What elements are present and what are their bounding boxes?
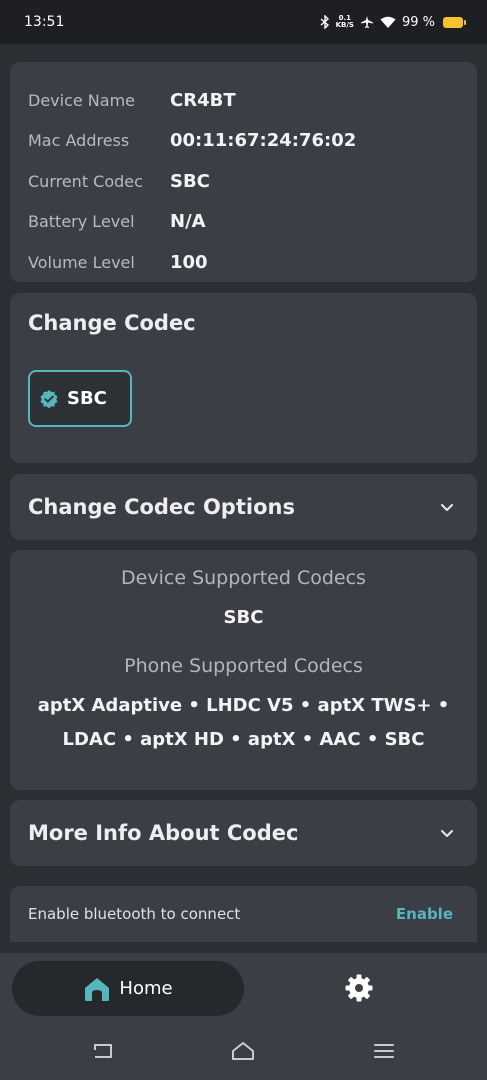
info-label: Battery Level [28,212,135,232]
device-supported-codecs: SBC [223,607,264,628]
bluetooth-message: Enable bluetooth to connect [28,905,241,923]
device-info-card: Device Name CR4BT Mac Address 00:11:67:2… [10,62,477,282]
info-label: Device Name [28,90,136,110]
info-label: Volume Level [28,252,135,272]
info-value: CR4BT [170,89,236,111]
change-codec-card: Change Codec SBC [10,293,477,463]
codec-chip-sbc[interactable]: SBC [28,370,132,427]
codec-chip-label: SBC [67,388,107,409]
phone-supported-heading: Phone Supported Codecs [124,655,363,677]
info-row-device-name: Device Name CR4BT [28,80,459,121]
back-icon[interactable] [91,1041,115,1061]
change-codec-options-title: Change Codec Options [28,495,295,519]
wifi-icon [380,16,396,28]
info-value: 100 [170,251,208,273]
enable-bluetooth-button[interactable]: Enable [396,905,453,923]
supported-codecs-card: Device Supported Codecs SBC Phone Suppor… [10,550,477,790]
chevron-down-icon [441,830,453,837]
info-label: Mac Address [28,131,130,151]
chevron-down-icon [441,504,453,511]
status-time: 13:51 [24,14,65,30]
info-row-volume-level: Volume Level 100 [28,242,459,283]
home-icon [85,977,110,1001]
phone-supported-codecs-line1: aptX Adaptive • LHDC V5 • aptX TWS+ • [37,695,450,716]
info-row-current-codec: Current Codec SBC [28,161,459,202]
bluetooth-banner: Enable bluetooth to connect Enable [10,886,477,942]
bottom-navigation: Home [0,953,487,1023]
info-value: 00:11:67:24:76:02 [170,130,357,152]
info-value: N/A [170,211,206,233]
status-icons: 0.1 KB/S 99 % [320,14,466,30]
airplane-mode-icon [360,16,373,28]
settings-gear-icon[interactable] [344,973,374,1003]
battery-percent: 99 % [401,14,435,30]
network-speed: 0.1 KB/S [335,14,354,29]
change-codec-title: Change Codec [28,311,196,335]
verified-badge-icon [40,389,58,408]
status-bar: 13:51 0.1 KB/S 99 % [0,0,487,44]
recents-menu-icon[interactable] [372,1041,396,1061]
home-nav-icon[interactable] [231,1041,255,1061]
system-navigation-bar [0,1023,487,1080]
change-codec-options-expander[interactable]: Change Codec Options [10,474,477,540]
info-value: SBC [170,170,210,192]
more-info-expander[interactable]: More Info About Codec [10,800,477,866]
nav-home-tab[interactable]: Home [12,961,244,1016]
phone-supported-codecs-line2: LDAC • aptX HD • aptX • AAC • SBC [62,729,425,750]
info-row-mac-address: Mac Address 00:11:67:24:76:02 [28,121,459,162]
bluetooth-icon [320,15,329,29]
info-label: Current Codec [28,171,143,191]
battery-icon [443,16,466,28]
nav-home-label: Home [119,978,173,999]
device-supported-heading: Device Supported Codecs [121,567,366,589]
more-info-title: More Info About Codec [28,821,299,845]
info-row-battery-level: Battery Level N/A [28,202,459,243]
